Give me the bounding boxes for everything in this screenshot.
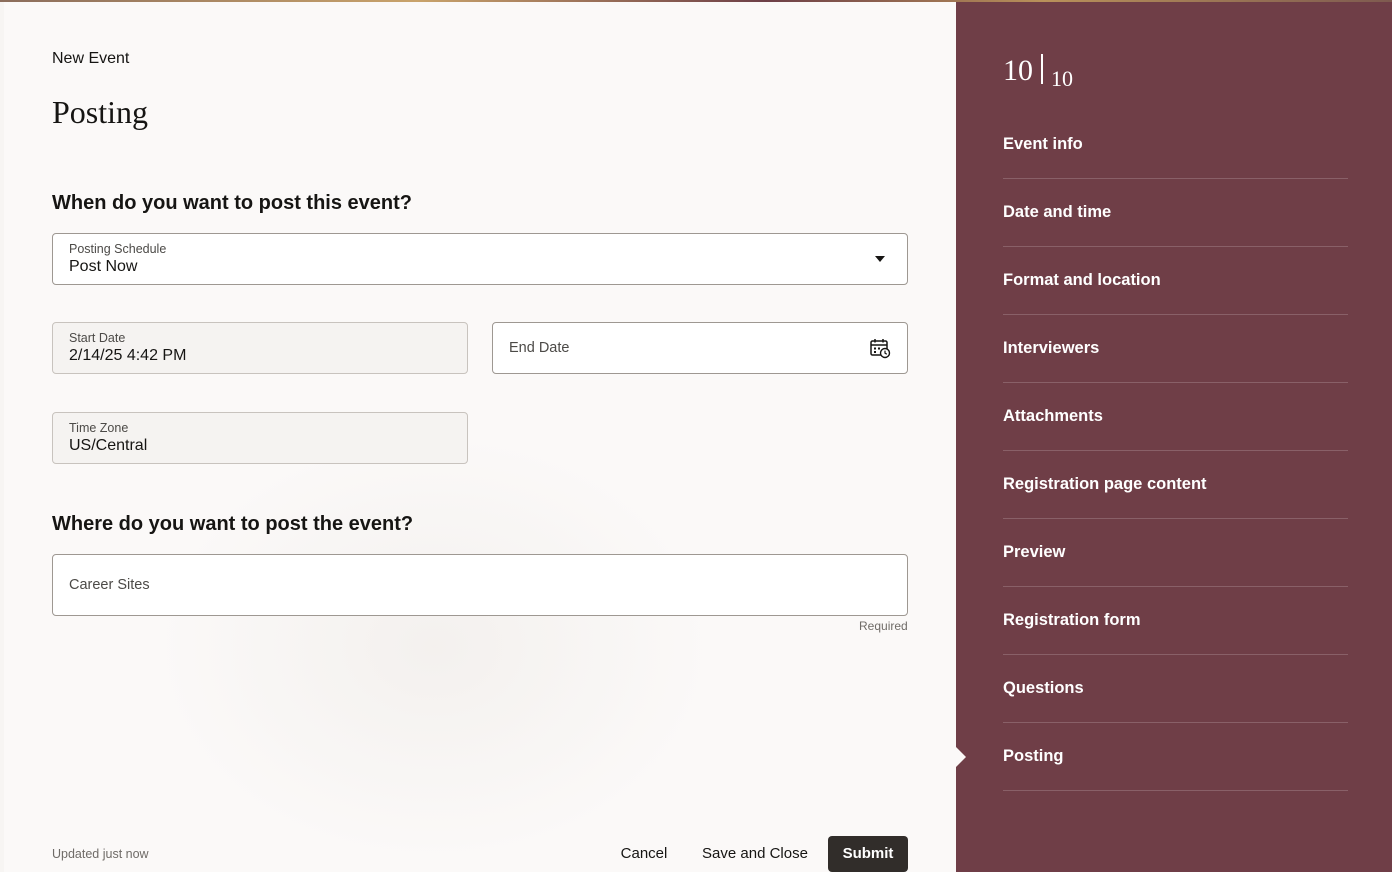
when-section-heading: When do you want to post this event? [52,192,412,214]
save-status: Updated just now [52,847,149,861]
time-zone-label: Time Zone [69,421,129,435]
step-item-interviewers[interactable]: Interviewers [1003,315,1348,383]
start-date-label: Start Date [69,331,126,345]
step-divider [1041,54,1043,84]
submit-button[interactable]: Submit [828,836,908,872]
end-date-field[interactable]: End Date [492,322,908,374]
time-zone-value: US/Central [69,437,148,454]
posting-schedule-select[interactable]: Posting Schedule Post Now [52,233,908,285]
career-sites-input[interactable]: Career Sites [52,554,908,616]
chevron-down-icon[interactable] [875,256,885,262]
step-counter: 10 10 [1003,54,1073,92]
start-date-field: Start Date 2/14/25 4:42 PM [52,322,468,374]
app-window: New Event Posting When do you want to po… [0,0,1392,872]
where-section-heading: Where do you want to post the event? [52,513,414,535]
calendar-icon[interactable] [869,337,891,359]
breadcrumb: New Event [52,50,130,67]
step-item-registration-form[interactable]: Registration form [1003,587,1348,655]
required-hint: Required [859,619,908,633]
steps-sidebar: 10 10 Event info Date and time Format and… [956,2,1392,872]
end-date-placeholder: End Date [509,340,570,356]
current-step-number: 10 [1003,54,1033,87]
save-and-close-button[interactable]: Save and Close [697,836,813,872]
step-item-preview[interactable]: Preview [1003,519,1348,587]
steps-nav: Event info Date and time Format and loca… [956,111,1348,791]
step-item-registration-page-content[interactable]: Registration page content [1003,451,1348,519]
time-zone-field: Time Zone US/Central [52,412,468,464]
step-item-format-and-location[interactable]: Format and location [1003,247,1348,315]
step-item-questions[interactable]: Questions [1003,655,1348,723]
page-title: Posting [52,94,149,130]
main-panel: New Event Posting When do you want to po… [4,2,956,872]
step-item-event-info[interactable]: Event info [1003,111,1348,179]
cancel-button[interactable]: Cancel [609,836,679,872]
total-steps-number: 10 [1051,66,1073,91]
career-sites-placeholder: Career Sites [69,577,150,593]
posting-schedule-label: Posting Schedule [69,242,167,256]
posting-schedule-value: Post Now [69,258,138,275]
step-item-date-and-time[interactable]: Date and time [1003,179,1348,247]
start-date-value: 2/14/25 4:42 PM [69,347,187,364]
step-item-posting[interactable]: Posting [956,723,1348,791]
step-item-attachments[interactable]: Attachments [1003,383,1348,451]
